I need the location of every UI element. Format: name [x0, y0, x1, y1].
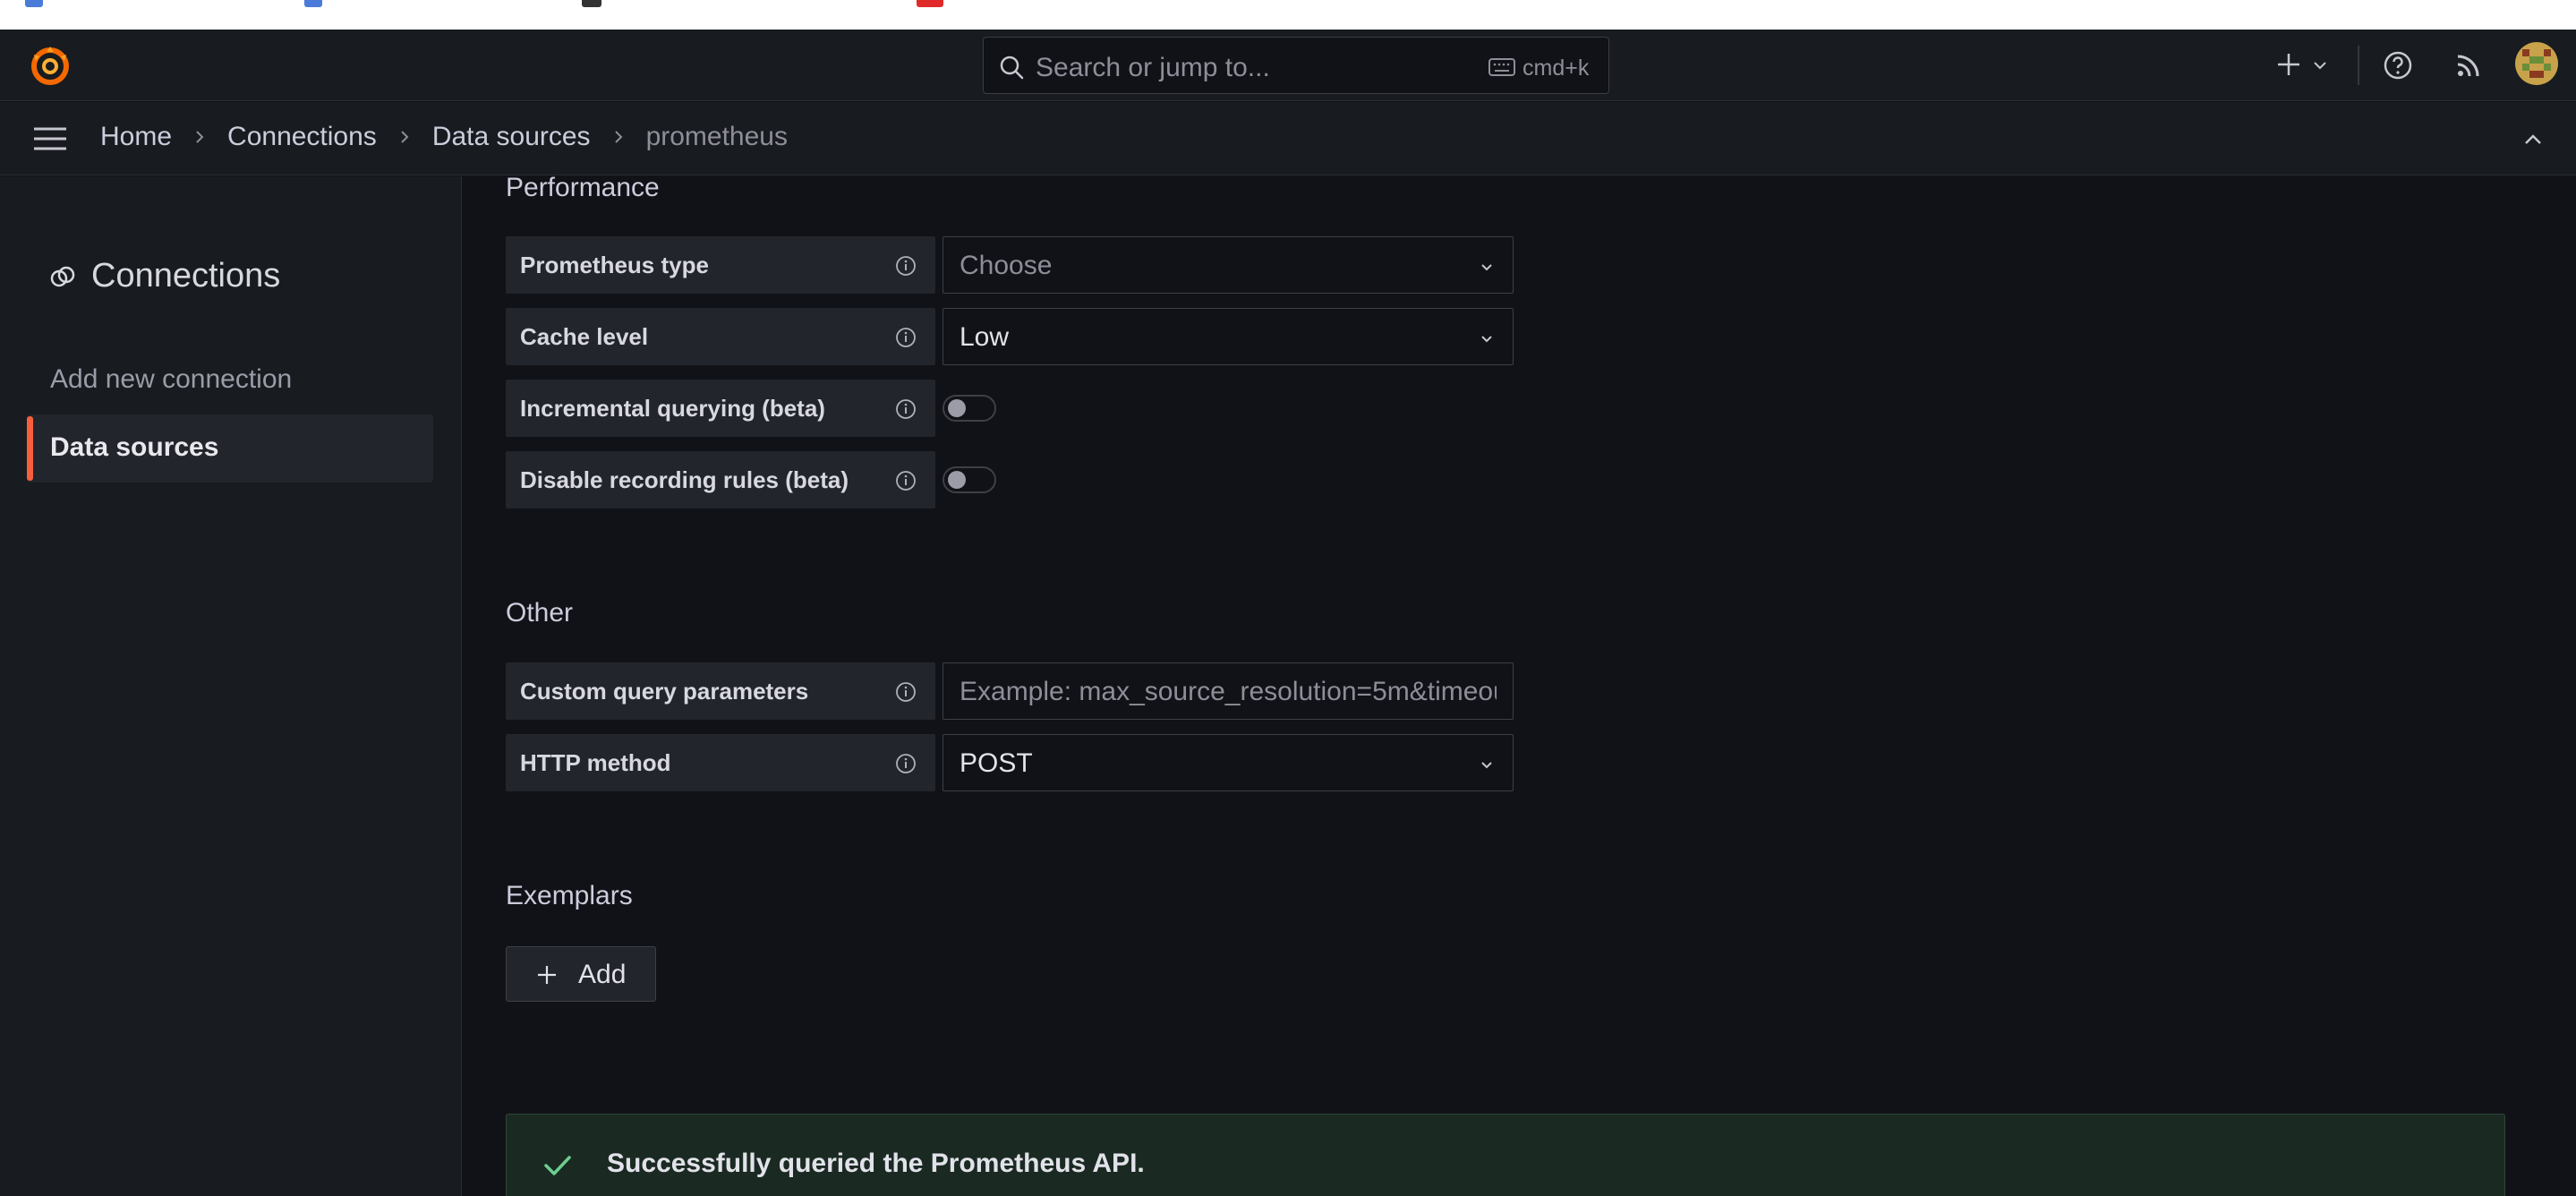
- chevron-down-icon[interactable]: [2311, 56, 2329, 74]
- sidebar-item-label: Data sources: [50, 432, 219, 462]
- breadcrumb-data-sources[interactable]: Data sources: [432, 122, 591, 152]
- breadcrumb: Home Connections Data sources prometheus: [100, 122, 788, 152]
- field-label: Disable recording rules (beta): [506, 451, 935, 508]
- row-prometheus-type: Prometheus type Choose: [506, 236, 1521, 294]
- chevron-right-icon: [614, 131, 622, 143]
- search-placeholder: Search or jump to...: [1036, 53, 1270, 82]
- label-text: Incremental querying (beta): [520, 395, 825, 422]
- chevron-right-icon: [401, 131, 409, 143]
- tab-favicon[interactable]: [582, 0, 601, 7]
- sidebar-item-add-new-connection[interactable]: Add new connection: [27, 346, 433, 414]
- search-icon: [1000, 56, 1024, 80]
- chevron-right-icon: [196, 131, 204, 143]
- select-value: Choose: [960, 251, 1053, 280]
- check-icon: [544, 1156, 571, 1175]
- custom-query-parameters-input[interactable]: Example: max_source_resolution=5m&timeou…: [943, 662, 1514, 720]
- info-icon[interactable]: [894, 254, 917, 278]
- add-exemplar-button[interactable]: Add: [506, 946, 656, 1002]
- row-disable-recording-rules: Disable recording rules (beta): [506, 451, 1521, 508]
- main-content: Performance Prometheus type Choose Cache…: [463, 173, 2576, 1196]
- menu-icon[interactable]: [32, 124, 68, 154]
- sidebar-title-text: Connections: [91, 257, 281, 295]
- row-cache-level: Cache level Low: [506, 308, 1521, 365]
- breadcrumb-home[interactable]: Home: [100, 122, 172, 152]
- label-text: HTTP method: [520, 749, 671, 776]
- help-icon[interactable]: [2383, 50, 2413, 81]
- chevron-up-icon[interactable]: [2522, 129, 2544, 150]
- plus-icon: [538, 966, 556, 984]
- browser-tab-strip: [0, 0, 2576, 30]
- select-value: Low: [960, 322, 1010, 352]
- select-value: POST: [960, 748, 1033, 778]
- new-plus-icon[interactable]: [2273, 49, 2304, 80]
- label-text: Cache level: [520, 323, 649, 350]
- info-icon[interactable]: [894, 397, 917, 421]
- section-title-performance: Performance: [506, 173, 660, 202]
- top-bar: Search or jump to... cmd+k: [0, 30, 2576, 101]
- toggle-knob: [948, 399, 966, 417]
- field-label: Incremental querying (beta): [506, 380, 935, 437]
- input-placeholder: Example: max_source_resolution=5m&timeou…: [960, 677, 1497, 706]
- sidebar: Connections Add new connection Data sour…: [0, 176, 462, 1196]
- info-icon[interactable]: [894, 680, 917, 704]
- chevron-down-icon: [1481, 264, 1492, 271]
- field-label: Cache level: [506, 308, 935, 365]
- user-avatar[interactable]: [2515, 42, 2558, 85]
- http-method-select[interactable]: POST: [943, 734, 1514, 791]
- label-text: Custom query parameters: [520, 678, 809, 705]
- row-http-method: HTTP method POST: [506, 734, 1521, 791]
- divider: [2358, 46, 2359, 85]
- breadcrumb-bar: Home Connections Data sources prometheus: [0, 102, 2576, 175]
- info-icon[interactable]: [894, 326, 917, 349]
- tab-favicon[interactable]: [917, 0, 943, 7]
- search-box[interactable]: Search or jump to... cmd+k: [983, 37, 1609, 94]
- add-button-label: Add: [578, 960, 627, 989]
- active-indicator: [27, 416, 33, 481]
- row-custom-query-parameters: Custom query parameters Example: max_sou…: [506, 662, 1521, 720]
- field-label: HTTP method: [506, 734, 935, 791]
- label-text: Prometheus type: [520, 252, 709, 278]
- search-shortcut: cmd+k: [1523, 56, 1590, 81]
- sidebar-item-data-sources[interactable]: Data sources: [27, 414, 433, 483]
- tab-favicon[interactable]: [25, 0, 43, 7]
- field-label: Prometheus type: [506, 236, 935, 294]
- cache-level-select[interactable]: Low: [943, 308, 1514, 365]
- incremental-querying-toggle[interactable]: [943, 395, 996, 422]
- disable-recording-rules-toggle[interactable]: [943, 466, 996, 493]
- label-text: Disable recording rules (beta): [520, 466, 849, 493]
- keyboard-icon: [1488, 58, 1515, 76]
- alert-message: Successfully queried the Prometheus API.: [607, 1149, 1145, 1178]
- chevron-down-icon: [1481, 336, 1492, 343]
- info-icon[interactable]: [894, 752, 917, 775]
- tab-favicon[interactable]: [304, 0, 322, 7]
- breadcrumb-connections[interactable]: Connections: [227, 122, 377, 152]
- breadcrumb-current: prometheus: [645, 122, 788, 151]
- field-label: Custom query parameters: [506, 662, 935, 720]
- success-alert: Successfully queried the Prometheus API.: [506, 1114, 2505, 1196]
- toggle-knob: [948, 471, 966, 489]
- info-icon[interactable]: [894, 469, 917, 492]
- sidebar-title: Connections: [48, 257, 280, 295]
- section-title-other: Other: [506, 598, 574, 628]
- news-feed-icon[interactable]: [2454, 51, 2483, 80]
- prometheus-type-select[interactable]: Choose: [943, 236, 1514, 294]
- sidebar-item-label: Add new connection: [50, 364, 293, 394]
- grafana-logo-icon[interactable]: [27, 42, 73, 89]
- connections-icon: [50, 266, 75, 286]
- chevron-down-icon: [1481, 762, 1492, 769]
- section-title-exemplars: Exemplars: [506, 881, 633, 910]
- row-incremental-querying: Incremental querying (beta): [506, 380, 1521, 437]
